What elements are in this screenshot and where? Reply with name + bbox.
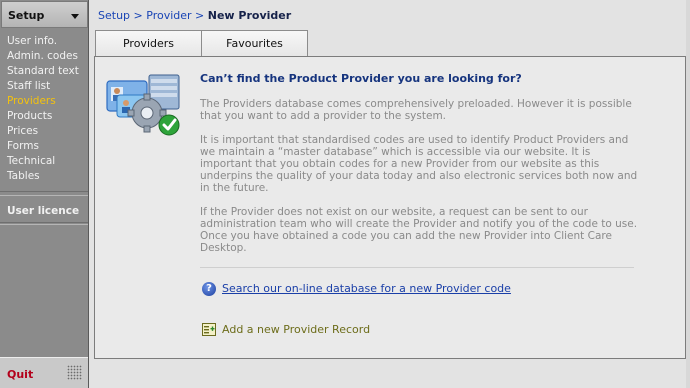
sidebar-empty-area <box>0 224 88 357</box>
search-provider-link-label[interactable]: Search our on-line database for a new Pr… <box>222 282 511 295</box>
breadcrumb-setup[interactable]: Setup <box>98 9 130 22</box>
resize-grip-icon[interactable] <box>67 365 82 380</box>
breadcrumb: Setup > Provider > New Provider <box>98 9 291 22</box>
sidebar-item-staff-list[interactable]: Staff list <box>0 79 88 94</box>
quit-bar: Quit <box>0 357 88 388</box>
breadcrumb-separator: > <box>133 9 143 22</box>
window-edge <box>686 0 690 388</box>
intro-paragraph: The Providers database comes comprehensi… <box>200 98 632 122</box>
caret-down-icon <box>71 14 79 19</box>
user-licence-label: User licence <box>7 205 80 217</box>
quit-button[interactable]: Quit <box>7 368 33 381</box>
sidebar-item-standard-text[interactable]: Standard text <box>0 64 88 79</box>
sidebar: Setup User info. Admin. codes Standard t… <box>0 0 89 388</box>
request-paragraph: If the Provider does not exist on our we… <box>200 206 638 254</box>
breadcrumb-current: New Provider <box>207 9 292 22</box>
sidebar-item-user-info[interactable]: User info. <box>0 34 88 49</box>
tab-favourites[interactable]: Favourites <box>201 30 308 57</box>
content-heading: Can’t find the Product Provider you are … <box>200 72 522 85</box>
content-panel: Can’t find the Product Provider you are … <box>94 56 686 359</box>
provider-database-settings-icon <box>106 74 180 136</box>
sidebar-item-prices[interactable]: Prices <box>0 124 88 139</box>
tab-providers[interactable]: Providers <box>95 30 202 57</box>
sidebar-item-user-licence[interactable]: User licence <box>0 195 88 223</box>
add-record-icon <box>202 323 216 336</box>
help-question-icon: ? <box>202 282 216 296</box>
add-provider-link-label[interactable]: Add a new Provider Record <box>222 323 370 336</box>
sidebar-title: Setup <box>8 9 45 22</box>
sidebar-item-products[interactable]: Products <box>0 109 88 124</box>
codes-paragraph: It is important that standardised codes … <box>200 134 638 194</box>
divider <box>200 267 634 268</box>
sidebar-item-providers[interactable]: Providers <box>0 94 88 109</box>
sidebar-nav: User info. Admin. codes Standard text St… <box>0 29 88 192</box>
sidebar-item-admin-codes[interactable]: Admin. codes <box>0 49 88 64</box>
breadcrumb-separator: > <box>195 9 205 22</box>
sidebar-item-tables[interactable]: Tables <box>0 169 88 184</box>
sidebar-item-technical[interactable]: Technical <box>0 154 88 169</box>
sidebar-item-forms[interactable]: Forms <box>0 139 88 154</box>
breadcrumb-provider[interactable]: Provider <box>146 9 191 22</box>
sidebar-header-dropdown[interactable]: Setup <box>1 1 88 28</box>
